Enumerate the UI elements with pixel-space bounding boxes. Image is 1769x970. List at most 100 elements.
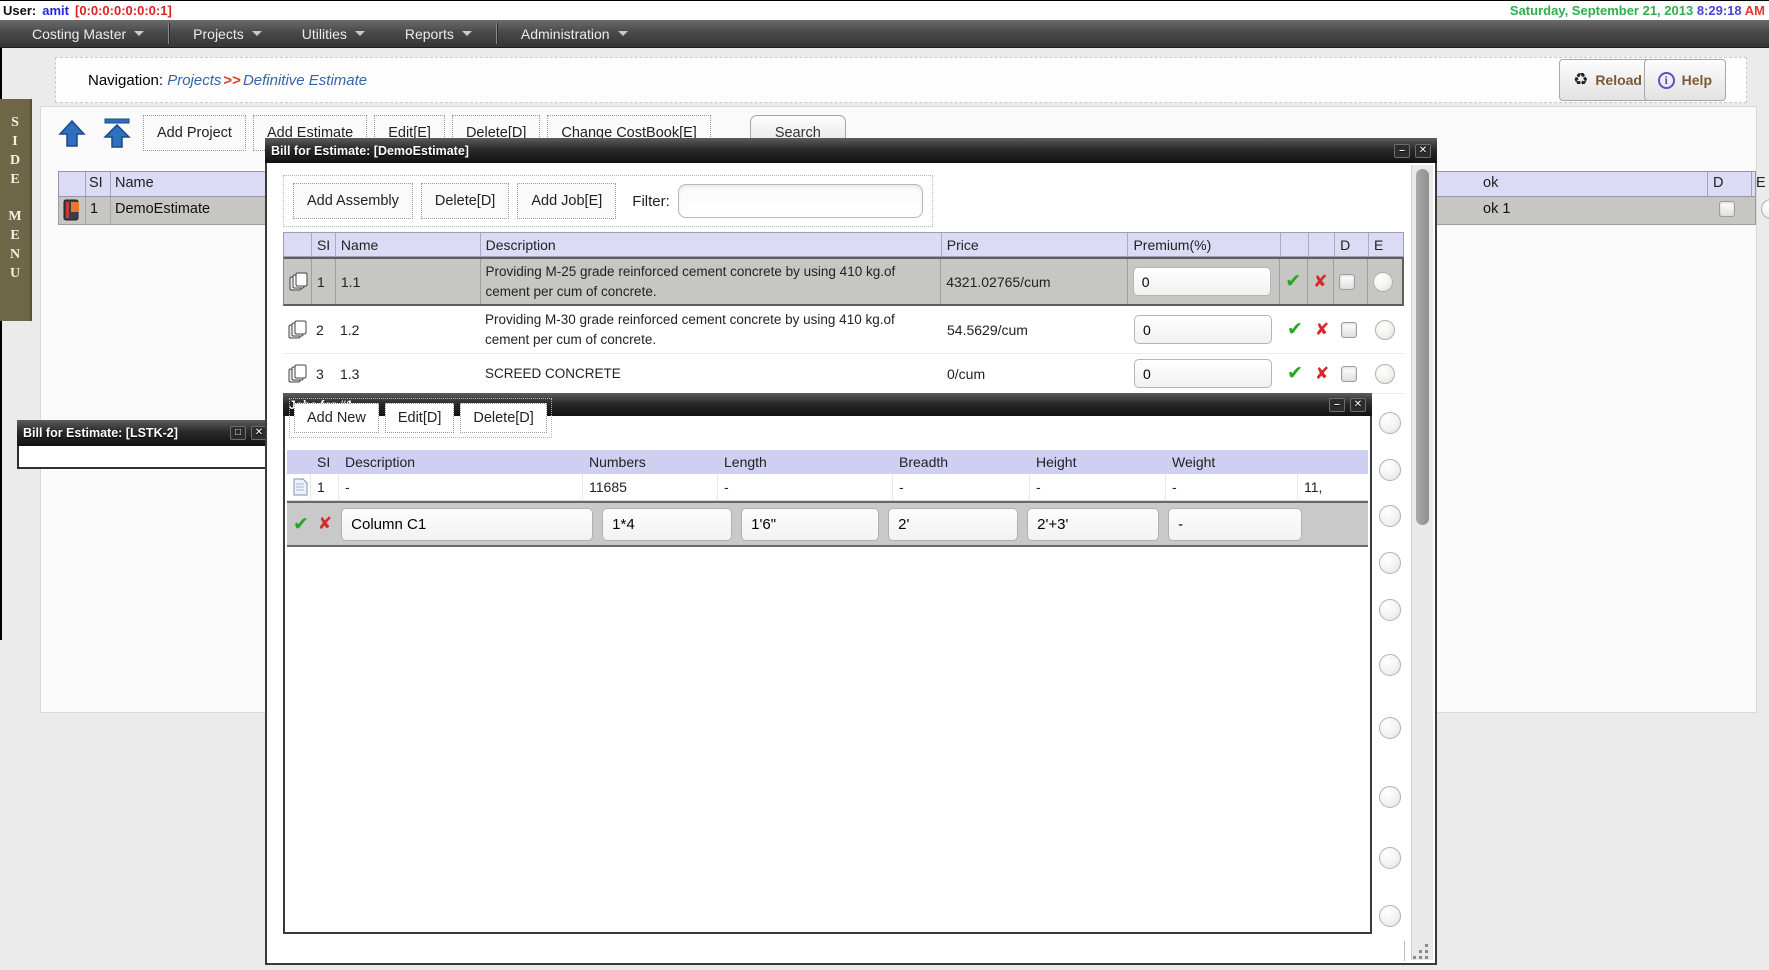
e-radio[interactable] <box>1379 505 1401 527</box>
bill-description: Providing M-30 grade reinforced cement c… <box>480 306 942 353</box>
delete-job-button[interactable]: Delete[D] <box>460 403 546 433</box>
e-radio[interactable] <box>1379 905 1401 927</box>
add-project-button[interactable]: Add Project <box>143 115 246 151</box>
side-menu-letter: D <box>10 151 20 170</box>
side-menu-letter: S <box>11 113 19 132</box>
add-job-button[interactable]: Add Job[E] <box>517 183 616 219</box>
check-icon[interactable]: ✔ <box>1287 318 1303 341</box>
e-radio[interactable] <box>1379 599 1401 621</box>
e-radio[interactable] <box>1379 412 1401 434</box>
column-divider <box>110 172 111 196</box>
copy-pages-icon[interactable] <box>283 306 311 353</box>
close-icon[interactable]: ✕ <box>1350 398 1366 412</box>
breadcrumb: Navigation: Projects >> Definitive Estim… <box>55 57 1747 103</box>
e-radio[interactable] <box>1375 364 1395 384</box>
info-icon: i <box>1658 72 1675 89</box>
menu-costing-master[interactable]: Costing Master <box>12 20 164 47</box>
help-button[interactable]: i Help <box>1644 59 1726 101</box>
scrollbar-thumb[interactable] <box>1416 169 1429 525</box>
bill-description: SCREED CONCRETE <box>480 354 942 393</box>
add-new-job-button[interactable]: Add New <box>294 403 379 433</box>
job-description-input[interactable] <box>341 508 593 541</box>
menu-utilities[interactable]: Utilities <box>282 20 385 47</box>
lstk-titlebar[interactable]: Bill for Estimate: [LSTK-2] □ ✕ <box>17 420 273 446</box>
lstk-title: Bill for Estimate: [LSTK-2] <box>23 426 225 440</box>
menu-reports[interactable]: Reports <box>385 20 492 47</box>
menu-projects[interactable]: Projects <box>173 20 282 47</box>
job-height-input[interactable] <box>1027 508 1159 541</box>
resize-grip[interactable] <box>1413 944 1431 960</box>
scrollbar-track[interactable] <box>1411 165 1433 960</box>
bill-row[interactable]: 3 1.3 SCREED CONCRETE 0/cum ✔ ✘ <box>283 354 1404 394</box>
x-icon[interactable]: ✘ <box>1313 272 1327 292</box>
filter-input[interactable] <box>678 184 923 218</box>
bill-row[interactable]: 1 1.1 Providing M-25 grade reinforced ce… <box>283 257 1404 306</box>
check-icon[interactable]: ✔ <box>1287 362 1303 385</box>
check-icon[interactable]: ✔ <box>293 513 309 536</box>
close-icon[interactable]: ✕ <box>1415 144 1431 158</box>
job-weight-input[interactable] <box>1168 508 1302 541</box>
premium-input[interactable] <box>1134 315 1272 344</box>
x-icon[interactable]: ✘ <box>1315 364 1329 384</box>
job-breadth-input[interactable] <box>888 508 1018 541</box>
bill-premium-cell <box>1129 354 1282 393</box>
nav-label: Navigation: <box>88 72 163 89</box>
d-checkbox[interactable] <box>1341 322 1357 338</box>
document-icon <box>287 474 311 500</box>
status-date: Saturday, September 21, 2013 <box>1510 3 1693 18</box>
e-radio[interactable] <box>1379 552 1401 574</box>
job-row[interactable]: 1 - 11685 - - - - 11, <box>287 474 1368 501</box>
check-icon[interactable]: ✔ <box>1285 270 1301 293</box>
x-icon[interactable]: ✘ <box>318 514 332 534</box>
col-premium: Premium(%) <box>1128 233 1281 256</box>
e-radio[interactable] <box>1379 717 1401 739</box>
delete-item-button[interactable]: Delete[D] <box>421 183 509 219</box>
side-menu-tab[interactable]: S I D E M E N U <box>0 99 32 321</box>
e-radio[interactable] <box>1373 272 1393 292</box>
e-radio[interactable] <box>1379 847 1401 869</box>
e-radio[interactable] <box>1379 786 1401 808</box>
move-up-button[interactable] <box>53 114 91 152</box>
column-divider <box>110 197 111 224</box>
col-height: Height <box>1030 454 1166 470</box>
premium-input[interactable] <box>1134 359 1272 388</box>
col-si: SI <box>89 175 103 191</box>
nav-crumb-projects[interactable]: Projects <box>167 72 221 89</box>
e-radio[interactable] <box>1379 654 1401 676</box>
status-ampm: AM <box>1745 3 1765 18</box>
copy-pages-icon[interactable] <box>284 259 312 304</box>
copy-pages-icon[interactable] <box>283 354 311 393</box>
col-price: Price <box>942 233 1129 256</box>
bill-row[interactable]: 2 1.2 Providing M-30 grade reinforced ce… <box>283 306 1404 354</box>
menu-administration[interactable]: Administration <box>501 20 648 47</box>
bill-titlebar[interactable]: Bill for Estimate: [DemoEstimate] – ✕ <box>265 138 1437 163</box>
restore-button[interactable]: □ <box>230 426 246 440</box>
side-menu-letter: U <box>10 264 20 283</box>
reload-button[interactable]: ♻ Reload <box>1559 59 1656 101</box>
minimize-button[interactable]: – <box>1329 398 1345 412</box>
project-e-radio[interactable] <box>1761 199 1769 219</box>
e-radio[interactable] <box>1379 459 1401 481</box>
apply-cell: ✔ <box>1280 259 1308 304</box>
job-description: - <box>339 474 583 500</box>
cancel-cell: ✘ <box>1308 259 1334 304</box>
nav-separator: >> <box>223 72 241 89</box>
job-numbers: 11685 <box>583 474 718 500</box>
e-cell <box>1370 354 1404 393</box>
x-icon[interactable]: ✘ <box>1315 320 1329 340</box>
d-checkbox[interactable] <box>1339 274 1355 290</box>
move-to-top-button[interactable] <box>98 114 136 152</box>
add-assembly-button[interactable]: Add Assembly <box>293 183 413 219</box>
project-d-checkbox[interactable] <box>1719 201 1735 217</box>
lstk-estimate-window: Bill for Estimate: [LSTK-2] □ ✕ <box>17 420 273 469</box>
e-radio[interactable] <box>1375 320 1395 340</box>
side-menu-letter: M <box>8 207 21 226</box>
bill-name: 1.2 <box>335 306 480 353</box>
chevron-down-icon <box>462 31 472 36</box>
job-numbers-input[interactable] <box>602 508 732 541</box>
d-checkbox[interactable] <box>1341 366 1357 382</box>
edit-job-button[interactable]: Edit[D] <box>385 403 455 433</box>
minimize-button[interactable]: – <box>1394 144 1410 158</box>
premium-input[interactable] <box>1133 267 1271 296</box>
job-length-input[interactable] <box>741 508 879 541</box>
